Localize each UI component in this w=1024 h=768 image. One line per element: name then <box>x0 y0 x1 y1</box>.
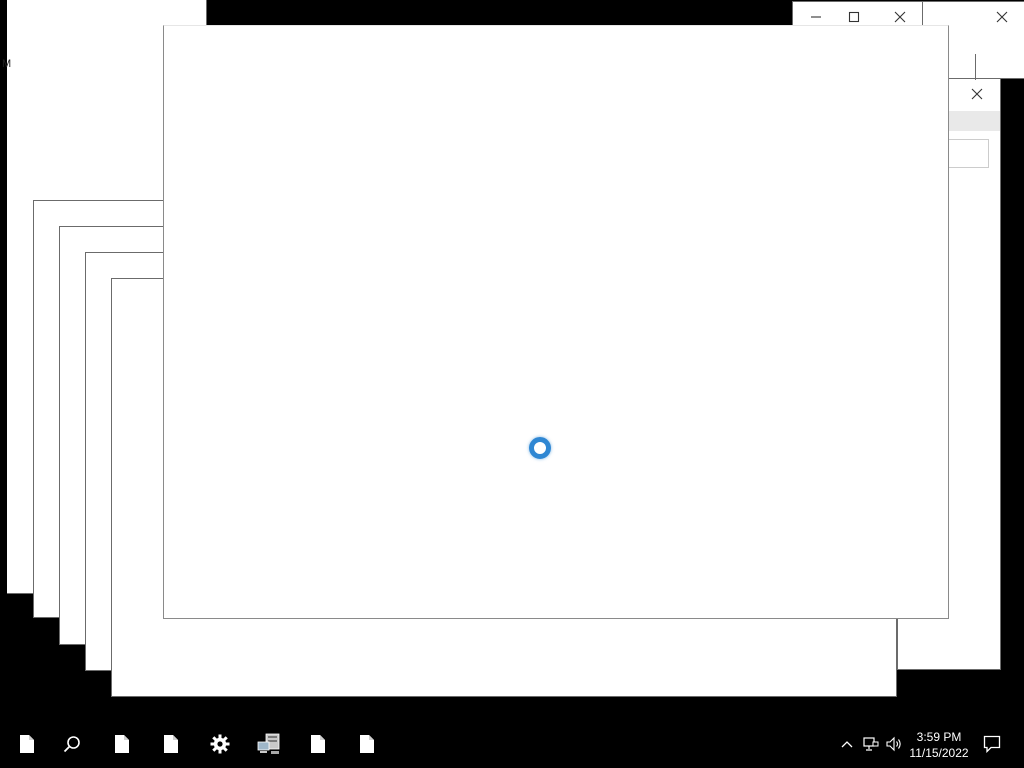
taskbar-document-icon-1[interactable] <box>3 720 51 768</box>
loading-spinner-icon <box>529 437 551 459</box>
taskbar-document-icon-5[interactable] <box>343 720 391 768</box>
volume-icon <box>886 736 901 752</box>
document-icon <box>20 735 34 753</box>
document-icon <box>164 735 178 753</box>
network-computer-icon <box>257 733 280 754</box>
clock-date: 11/15/2022 <box>909 746 969 760</box>
taskbar-document-icon-3[interactable] <box>147 720 195 768</box>
taskbar-search-icon[interactable] <box>48 720 96 768</box>
taskbar-network-computer-icon[interactable] <box>245 720 293 768</box>
close-icon <box>996 11 1008 22</box>
network-tray-button[interactable] <box>859 720 883 768</box>
close-icon <box>894 11 906 22</box>
show-hidden-icons-button[interactable] <box>835 720 859 768</box>
taskbar-document-icon-4[interactable] <box>294 720 342 768</box>
close-icon <box>971 88 983 100</box>
minimize-icon <box>811 15 821 18</box>
clock-time: 3:59 PM <box>916 730 962 744</box>
volume-tray-button[interactable] <box>882 720 906 768</box>
document-icon <box>115 735 129 753</box>
far-right-divider <box>975 54 976 80</box>
desktop: M <box>0 0 1024 720</box>
side-label: M <box>2 58 12 70</box>
notification-icon <box>983 735 1001 753</box>
taskbar-document-icon-2[interactable] <box>98 720 146 768</box>
chevron-up-icon <box>841 741 853 748</box>
far-right-close-button[interactable] <box>979 2 1024 31</box>
taskbar-clock[interactable]: 3:59 PM 11/15/2022 <box>904 729 974 761</box>
front-main-window[interactable] <box>163 25 949 619</box>
action-center-button[interactable] <box>968 720 1016 768</box>
gear-icon <box>210 734 230 754</box>
document-icon <box>311 735 325 753</box>
network-icon <box>863 737 879 751</box>
taskbar: 3:59 PM 11/15/2022 <box>0 720 1024 768</box>
taskbar-settings-icon[interactable] <box>196 720 244 768</box>
document-icon <box>360 735 374 753</box>
dialog-close-button[interactable] <box>954 80 1000 108</box>
search-icon <box>63 736 80 753</box>
maximize-icon <box>848 11 860 22</box>
